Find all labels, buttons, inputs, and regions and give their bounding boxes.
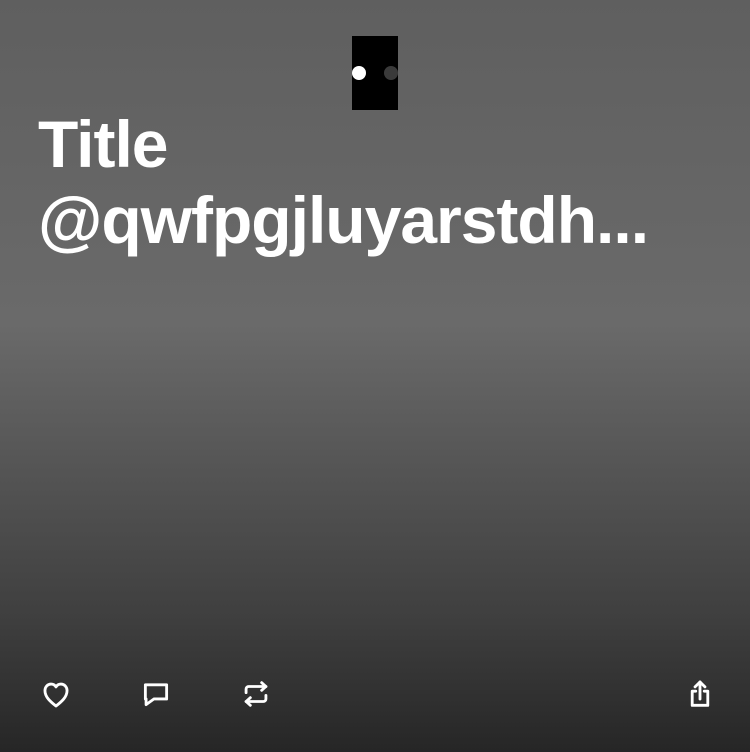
- heart-icon: [43, 682, 69, 708]
- card-title-block: Title @qwfpgjluyarstdh...: [38, 106, 718, 258]
- comment-button[interactable]: [134, 672, 178, 716]
- comment-icon: [143, 683, 169, 707]
- action-bar: [0, 672, 750, 716]
- like-button[interactable]: [34, 672, 78, 716]
- retweet-button[interactable]: [234, 672, 278, 716]
- card-title: Title: [38, 107, 168, 181]
- card-handle: @qwfpgjluyarstdh...: [38, 183, 649, 257]
- share-icon: [690, 680, 710, 707]
- retweet-icon: [244, 681, 268, 707]
- share-button[interactable]: [678, 672, 722, 716]
- page-dot-active[interactable]: [352, 66, 366, 80]
- page-dot-inactive[interactable]: [384, 66, 398, 80]
- media-card: Title @qwfpgjluyarstdh...: [0, 0, 750, 752]
- page-indicator[interactable]: [352, 36, 398, 110]
